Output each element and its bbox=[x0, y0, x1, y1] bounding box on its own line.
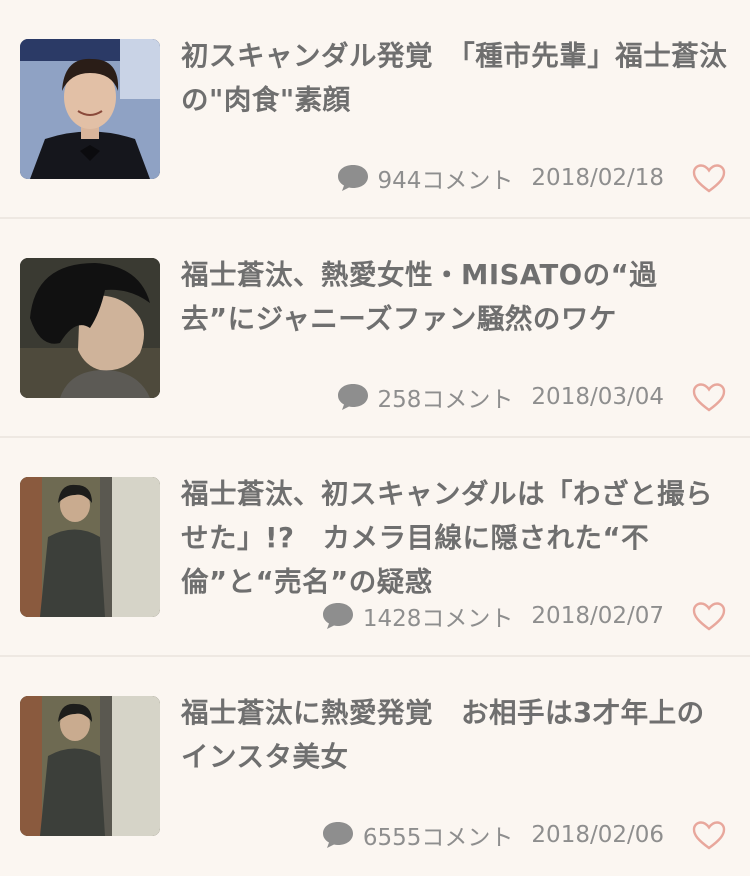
article-title[interactable]: 福士蒼汰、初スキャンダルは「わざと撮らせた」!? カメラ目線に隠された“不倫”と… bbox=[181, 472, 731, 604]
article-thumbnail[interactable] bbox=[20, 258, 160, 398]
comment-count: 258コメント bbox=[377, 387, 514, 413]
heart-icon[interactable] bbox=[692, 601, 726, 631]
portrait-photo-2 bbox=[20, 258, 160, 398]
heart-icon[interactable] bbox=[692, 820, 726, 850]
comment-count: 6555コメント bbox=[362, 825, 514, 851]
article-title[interactable]: 初スキャンダル発覚 「種市先輩」福士蒼汰の"肉食"素顔 bbox=[181, 34, 731, 122]
candid-photo-4 bbox=[20, 696, 160, 836]
speech-bubble-icon bbox=[337, 165, 368, 191]
article-meta: 258コメント 2018/03/04 bbox=[336, 379, 664, 415]
article-thumbnail[interactable] bbox=[20, 39, 160, 179]
speech-bubble-icon bbox=[322, 822, 353, 848]
article-item[interactable]: 福士蒼汰、熱愛女性・MISATOの“過去”にジャニーズファン騒然のワケ 258コ… bbox=[0, 219, 750, 438]
article-thumbnail[interactable] bbox=[20, 696, 160, 836]
article-item[interactable]: 福士蒼汰、初スキャンダルは「わざと撮らせた」!? カメラ目線に隠された“不倫”と… bbox=[0, 438, 750, 657]
article-item[interactable]: 初スキャンダル発覚 「種市先輩」福士蒼汰の"肉食"素顔 944コメント 2018… bbox=[0, 0, 750, 219]
article-meta: 1428コメント 2018/02/07 bbox=[321, 598, 664, 634]
candid-photo-3 bbox=[20, 477, 160, 617]
article-list: 初スキャンダル発覚 「種市先輩」福士蒼汰の"肉食"素顔 944コメント 2018… bbox=[0, 0, 750, 876]
comment-count: 944コメント bbox=[377, 168, 514, 194]
article-item[interactable]: 福士蒼汰に熱愛発覚 お相手は3才年上のインスタ美女 6555コメント 2018/… bbox=[0, 657, 750, 876]
heart-icon[interactable] bbox=[692, 163, 726, 193]
article-title[interactable]: 福士蒼汰に熱愛発覚 お相手は3才年上のインスタ美女 bbox=[181, 691, 731, 779]
article-meta: 944コメント 2018/02/18 bbox=[336, 160, 664, 196]
portrait-photo-1 bbox=[20, 39, 160, 179]
speech-bubble-icon bbox=[322, 603, 353, 629]
article-title[interactable]: 福士蒼汰、熱愛女性・MISATOの“過去”にジャニーズファン騒然のワケ bbox=[181, 253, 731, 341]
article-meta: 6555コメント 2018/02/06 bbox=[321, 817, 664, 853]
comment-count: 1428コメント bbox=[362, 606, 514, 632]
article-date: 2018/02/18 bbox=[531, 165, 664, 191]
article-date: 2018/03/04 bbox=[531, 384, 664, 410]
speech-bubble-icon bbox=[337, 384, 368, 410]
article-thumbnail[interactable] bbox=[20, 477, 160, 617]
article-date: 2018/02/07 bbox=[531, 603, 664, 629]
heart-icon[interactable] bbox=[692, 382, 726, 412]
article-date: 2018/02/06 bbox=[531, 822, 664, 848]
